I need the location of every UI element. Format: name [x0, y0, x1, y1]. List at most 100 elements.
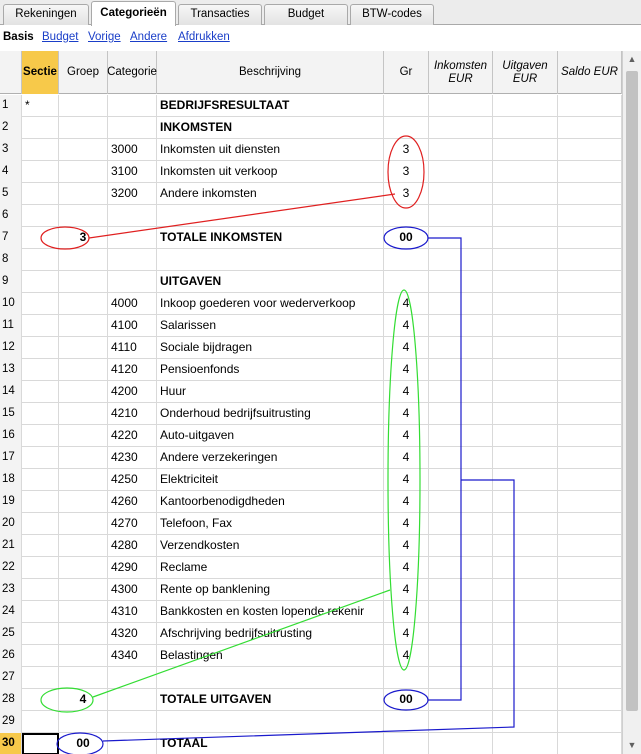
- cell-gr[interactable]: 4: [384, 535, 429, 557]
- cell-categorie[interactable]: 4000: [108, 293, 157, 315]
- cell-beschrijving[interactable]: Pensioenfonds: [157, 359, 384, 381]
- tab-rekeningen[interactable]: Rekeningen: [3, 4, 89, 25]
- cell-saldo[interactable]: [558, 95, 622, 117]
- cell-saldo[interactable]: [558, 315, 622, 337]
- cell-sectie[interactable]: [22, 139, 59, 161]
- table-row[interactable]: 29: [0, 711, 622, 733]
- cell-sectie[interactable]: [22, 315, 59, 337]
- cell-gr[interactable]: 4: [384, 469, 429, 491]
- cell-saldo[interactable]: [558, 513, 622, 535]
- cell-gr[interactable]: [384, 249, 429, 271]
- cell-inkomsten[interactable]: [429, 711, 493, 733]
- cell-gr[interactable]: 4: [384, 293, 429, 315]
- cell-saldo[interactable]: [558, 381, 622, 403]
- cell-sectie[interactable]: [22, 733, 59, 754]
- table-row[interactable]: 30 00 TOTAAL: [0, 733, 622, 754]
- cell-saldo[interactable]: [558, 447, 622, 469]
- cell-groep[interactable]: [59, 95, 108, 117]
- cell-categorie[interactable]: [108, 733, 157, 754]
- cell-uitgaven[interactable]: [493, 689, 558, 711]
- cell-saldo[interactable]: [558, 139, 622, 161]
- cell-beschrijving[interactable]: Huur: [157, 381, 384, 403]
- cell-sectie[interactable]: [22, 513, 59, 535]
- cell-beschrijving[interactable]: Kantoorbenodigdheden: [157, 491, 384, 513]
- cell-sectie[interactable]: [22, 425, 59, 447]
- cell-gr[interactable]: 3: [384, 161, 429, 183]
- cell-inkomsten[interactable]: [429, 403, 493, 425]
- cell-groep[interactable]: [59, 535, 108, 557]
- cell-beschrijving[interactable]: Elektriciteit: [157, 469, 384, 491]
- cell-gr[interactable]: 4: [384, 623, 429, 645]
- cell-saldo[interactable]: [558, 601, 622, 623]
- cell-saldo[interactable]: [558, 183, 622, 205]
- cell-inkomsten[interactable]: [429, 491, 493, 513]
- cell-uitgaven[interactable]: [493, 733, 558, 754]
- cell-inkomsten[interactable]: [429, 513, 493, 535]
- cell-categorie[interactable]: 4100: [108, 315, 157, 337]
- cell-categorie[interactable]: [108, 227, 157, 249]
- cell-saldo[interactable]: [558, 579, 622, 601]
- cell-categorie[interactable]: [108, 205, 157, 227]
- table-row[interactable]: 5 3200 Andere inkomsten 3: [0, 183, 622, 205]
- cell-groep[interactable]: [59, 623, 108, 645]
- cell-beschrijving[interactable]: TOTAAL: [157, 733, 384, 754]
- cell-categorie[interactable]: [108, 117, 157, 139]
- cell-beschrijving[interactable]: Telefoon, Fax: [157, 513, 384, 535]
- table-row[interactable]: 4 3100 Inkomsten uit verkoop 3: [0, 161, 622, 183]
- cell-saldo[interactable]: [558, 557, 622, 579]
- cell-categorie[interactable]: 4320: [108, 623, 157, 645]
- cell-inkomsten[interactable]: [429, 425, 493, 447]
- cell-uitgaven[interactable]: [493, 513, 558, 535]
- cell-uitgaven[interactable]: [493, 381, 558, 403]
- cell-uitgaven[interactable]: [493, 183, 558, 205]
- vertical-scrollbar[interactable]: ▲ ▼: [622, 51, 641, 754]
- cell-inkomsten[interactable]: [429, 249, 493, 271]
- cell-saldo[interactable]: [558, 689, 622, 711]
- cell-beschrijving[interactable]: Salarissen: [157, 315, 384, 337]
- cell-inkomsten[interactable]: [429, 469, 493, 491]
- cell-gr[interactable]: [384, 117, 429, 139]
- tab-budget[interactable]: Budget: [264, 4, 348, 25]
- cell-sectie[interactable]: [22, 579, 59, 601]
- cell-categorie[interactable]: 4310: [108, 601, 157, 623]
- cell-inkomsten[interactable]: [429, 227, 493, 249]
- cell-saldo[interactable]: [558, 667, 622, 689]
- view-vorige[interactable]: Vorige: [88, 31, 121, 43]
- cell-saldo[interactable]: [558, 227, 622, 249]
- cell-uitgaven[interactable]: [493, 227, 558, 249]
- cell-groep[interactable]: [59, 271, 108, 293]
- cell-inkomsten[interactable]: [429, 381, 493, 403]
- scroll-down-icon[interactable]: ▼: [623, 737, 641, 754]
- cell-categorie[interactable]: [108, 689, 157, 711]
- cell-uitgaven[interactable]: [493, 205, 558, 227]
- cell-uitgaven[interactable]: [493, 315, 558, 337]
- cell-inkomsten[interactable]: [429, 293, 493, 315]
- cell-categorie[interactable]: 4220: [108, 425, 157, 447]
- cell-uitgaven[interactable]: [493, 117, 558, 139]
- cell-sectie[interactable]: [22, 271, 59, 293]
- cell-categorie[interactable]: 4110: [108, 337, 157, 359]
- column-header-gr[interactable]: Gr: [384, 51, 429, 94]
- table-row[interactable]: 11 4100 Salarissen 4: [0, 315, 622, 337]
- cell-categorie[interactable]: [108, 95, 157, 117]
- cell-inkomsten[interactable]: [429, 557, 493, 579]
- view-budget[interactable]: Budget: [42, 31, 78, 43]
- cell-sectie[interactable]: [22, 623, 59, 645]
- cell-categorie[interactable]: 4210: [108, 403, 157, 425]
- cell-uitgaven[interactable]: [493, 293, 558, 315]
- cell-groep[interactable]: [59, 711, 108, 733]
- cell-sectie[interactable]: [22, 381, 59, 403]
- cell-groep[interactable]: [59, 381, 108, 403]
- table-row[interactable]: 13 4120 Pensioenfonds 4: [0, 359, 622, 381]
- cell-groep[interactable]: [59, 315, 108, 337]
- cell-categorie[interactable]: [108, 249, 157, 271]
- cell-inkomsten[interactable]: [429, 535, 493, 557]
- cell-saldo[interactable]: [558, 623, 622, 645]
- cell-beschrijving[interactable]: Belastingen: [157, 645, 384, 667]
- scrollbar-thumb[interactable]: [626, 71, 638, 711]
- cell-groep[interactable]: [59, 667, 108, 689]
- cell-beschrijving[interactable]: [157, 249, 384, 271]
- cell-gr[interactable]: [384, 271, 429, 293]
- cell-beschrijving[interactable]: Bankkosten en kosten lopende rekenir: [157, 601, 384, 623]
- cell-saldo[interactable]: [558, 469, 622, 491]
